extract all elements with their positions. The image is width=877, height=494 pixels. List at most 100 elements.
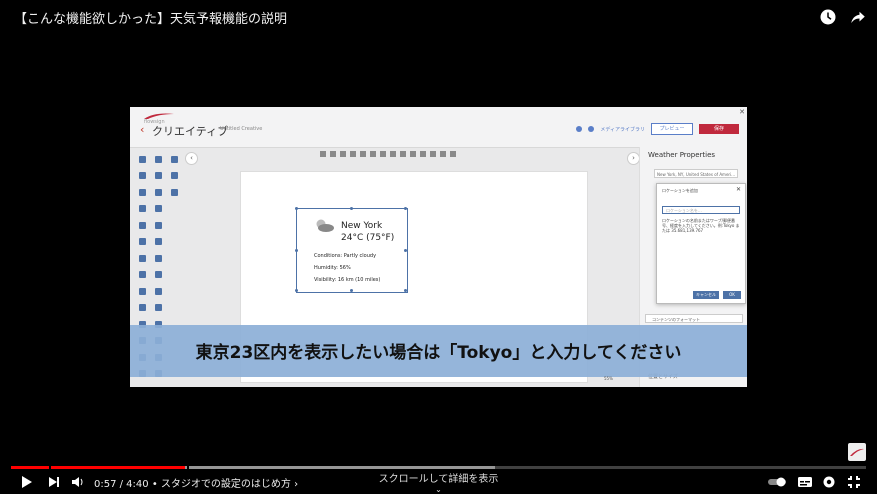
resize-handle[interactable] [404, 207, 407, 210]
location-search-input[interactable]: ロケーション名を… [662, 206, 740, 214]
rss-tool-icon[interactable] [134, 250, 150, 267]
video-frame[interactable]: flowsign ‹ クリエイティブ Untitled Creative メディ… [130, 107, 747, 387]
scroll-hint-text: スクロールして詳細を表示 [378, 474, 499, 485]
resize-handle[interactable] [295, 207, 298, 210]
align-center-icon[interactable] [330, 151, 336, 157]
share-icon[interactable] [849, 8, 867, 26]
lock-tool-icon[interactable] [134, 283, 150, 300]
redo-icon[interactable] [440, 151, 446, 157]
dialog-help-text: ロケーションの名前またはワープ/郵便番号、経度を入力してください。例:Tokyo… [662, 218, 740, 233]
empty-slot [166, 234, 182, 251]
app-name: クリエイティブ [152, 125, 229, 138]
yammer-icon[interactable] [150, 300, 166, 317]
back-arrow-icon[interactable]: ‹ [140, 123, 144, 136]
video-title: 【こんな機能欲しかった】天気予報機能の説明 [14, 12, 288, 27]
cancel-button[interactable]: キャンセル [693, 291, 719, 299]
group-icon[interactable] [390, 151, 396, 157]
add-location-dialog: ロケーションを追加 ✕ ロケーション名を… ロケーションの名前またはワープ/郵便… [656, 183, 746, 304]
settings-icon[interactable] [576, 126, 583, 132]
zoom-level[interactable]: 55% [604, 376, 613, 381]
preview-button[interactable]: プレビュー [651, 123, 693, 135]
instagram-icon[interactable] [150, 267, 166, 284]
resize-handle[interactable] [350, 207, 353, 210]
empty-slot [166, 267, 182, 284]
caption-band: 東京23区内を表示したい場合は「Tokyo」と入力してください [130, 325, 747, 377]
player-controls: 0:57 / 4:40 • スタジオでの設定のはじめ方 › スクロールして詳細を… [0, 470, 877, 494]
played-bar [11, 466, 186, 469]
web-tool-icon[interactable] [150, 151, 166, 168]
weather-visibility: Visibility: 16 km (10 miles) [314, 277, 381, 283]
collapse-left-icon[interactable]: ‹ [185, 152, 198, 165]
save-button[interactable]: 保存 [699, 124, 739, 134]
resize-handle[interactable] [350, 289, 353, 292]
twitter-icon[interactable] [150, 250, 166, 267]
shop-tool-icon[interactable] [166, 168, 182, 185]
autoplay-toggle-icon[interactable] [767, 473, 787, 491]
align-left-icon[interactable] [320, 151, 326, 157]
caption-text: 東京23区内を表示したい場合は「Tokyo」と入力してください [195, 343, 682, 363]
resize-handle[interactable] [404, 249, 407, 252]
resize-handle[interactable] [295, 289, 298, 292]
partly-cloudy-icon [316, 219, 334, 232]
media-library-link[interactable]: メディアライブラリ [600, 126, 645, 133]
paste-icon[interactable] [370, 151, 376, 157]
close-icon[interactable]: ✕ [739, 108, 745, 116]
shapes-tool-icon[interactable] [134, 217, 150, 234]
resize-handle[interactable] [295, 249, 298, 252]
location-field[interactable]: New York, NY, United States of Ameri... [654, 169, 738, 178]
video-tool-icon[interactable] [134, 201, 150, 218]
weather-humidity: Humidity: 56% [314, 265, 351, 271]
app-header: flowsign ‹ クリエイティブ Untitled Creative メディ… [130, 107, 747, 148]
distribute-icon[interactable] [400, 151, 406, 157]
resize-handle[interactable] [404, 289, 407, 292]
add-icon[interactable] [350, 151, 356, 157]
text-tool-icon[interactable] [134, 151, 150, 168]
image-tool-icon[interactable] [150, 168, 166, 185]
ok-button[interactable]: OK [723, 291, 741, 299]
copy-icon[interactable] [360, 151, 366, 157]
undo-icon[interactable] [430, 151, 436, 157]
qr-tool-icon[interactable] [134, 168, 150, 185]
screen-tool-icon[interactable] [150, 234, 166, 251]
weather-widget[interactable]: New York 24°C (75°F) Conditions: Partly … [295, 207, 408, 293]
subtitles-icon[interactable] [796, 473, 814, 491]
exit-fullscreen-icon[interactable] [845, 473, 863, 491]
empty-slot [166, 300, 182, 317]
weather-city: New York [341, 221, 383, 231]
chapter-marker [49, 466, 51, 469]
audio-tool-icon[interactable] [150, 201, 166, 218]
progress-bar[interactable] [11, 466, 866, 469]
gallery-tool-icon[interactable] [134, 184, 150, 201]
facebook-icon[interactable] [134, 300, 150, 317]
dialog-title: ロケーションを追加 [662, 188, 698, 193]
ticker-tool-icon[interactable] [134, 234, 150, 251]
weather-temperature: 24°C (75°F) [341, 233, 395, 243]
html-tool-icon[interactable] [166, 184, 182, 201]
edit-toolbar [320, 151, 456, 157]
search-tool-icon[interactable] [150, 283, 166, 300]
delete-icon[interactable] [380, 151, 386, 157]
content-format-dropdown[interactable]: コンテンツのフォーマット [645, 314, 743, 323]
weather-conditions: Conditions: Partly cloudy [314, 253, 377, 259]
empty-slot [166, 250, 182, 267]
sync-tool-icon[interactable] [134, 267, 150, 284]
layer-down-icon[interactable] [420, 151, 426, 157]
clock-icon[interactable] [819, 8, 837, 26]
dialog-close-icon[interactable]: ✕ [736, 186, 741, 193]
camera-icon[interactable] [588, 126, 595, 132]
align-right-icon[interactable] [340, 151, 346, 157]
paint-icon[interactable] [450, 151, 456, 157]
table-tool-icon[interactable] [166, 151, 182, 168]
empty-slot [166, 283, 182, 300]
layers-tool-icon[interactable] [150, 217, 166, 234]
document-title[interactable]: Untitled Creative [220, 126, 262, 132]
channel-watermark[interactable] [848, 443, 866, 461]
empty-slot [166, 201, 182, 218]
settings-icon[interactable] [820, 473, 838, 491]
scroll-hint[interactable]: スクロールして詳細を表示 ⌄ [0, 470, 877, 494]
layer-up-icon[interactable] [410, 151, 416, 157]
empty-slot [166, 217, 182, 234]
chapter-marker [187, 466, 189, 469]
properties-panel-title: Weather Properties [648, 151, 716, 159]
slideshow-tool-icon[interactable] [150, 184, 166, 201]
